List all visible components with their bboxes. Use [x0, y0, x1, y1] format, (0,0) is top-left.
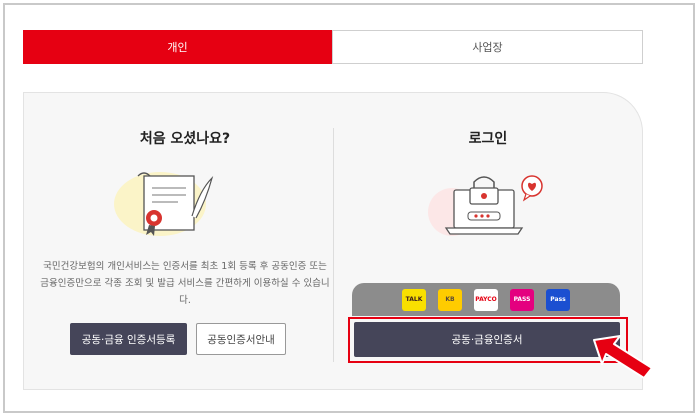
kb-icon[interactable]: KB [438, 288, 462, 311]
samsung-pass-icon[interactable]: Pass [546, 288, 570, 311]
tab-business[interactable]: 사업장 [332, 30, 643, 64]
register-certificate-button[interactable]: 공동·금융 인증서등록 [70, 323, 187, 355]
pass-label: PASS [513, 296, 531, 303]
kakao-talk-label: TALK [405, 296, 423, 303]
certificate-guide-button[interactable]: 공동인증서안내 [196, 323, 286, 355]
payco-label: PAYCO [475, 296, 497, 303]
member-type-tabs: 개인 사업장 [23, 30, 643, 64]
tab-individual[interactable]: 개인 [23, 30, 332, 64]
pointer-arrow-icon [593, 335, 653, 379]
certificate-illustration [114, 172, 214, 236]
kakao-talk-icon[interactable]: TALK [402, 288, 426, 311]
login-title: 로그인 [468, 131, 508, 147]
payco-icon[interactable]: PAYCO [474, 288, 498, 311]
certificate-provider-bar: TALK KB PAYCO PASS Pass [352, 283, 620, 316]
kb-label: KB [445, 296, 455, 303]
samsung-pass-label: Pass [550, 296, 566, 303]
pass-icon[interactable]: PASS [510, 288, 534, 311]
first-visit-title: 처음 오셨나요? [139, 131, 231, 147]
column-divider [333, 128, 334, 362]
secure-laptop-illustration [428, 175, 543, 236]
service-description: 국민건강보험의 개인서비스는 인증서를 최초 1회 등록 후 공동인증 또는 금… [40, 261, 330, 306]
